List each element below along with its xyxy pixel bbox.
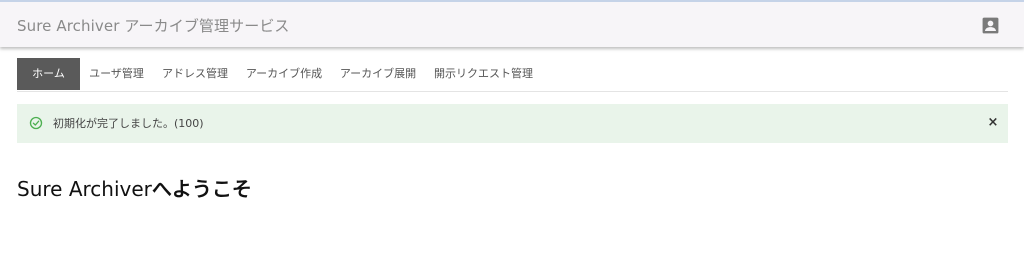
welcome-heading: Sure Archiverへようこそ <box>17 173 252 202</box>
tab-archive-create[interactable]: アーカイブ作成 <box>237 58 331 90</box>
success-alert: 初期化が完了しました。(100) × <box>17 104 1008 143</box>
tab-home[interactable]: ホーム <box>17 58 80 90</box>
welcome-greeting: へようこそ <box>151 177 252 201</box>
tab-archive-extract[interactable]: アーカイブ展開 <box>331 58 425 90</box>
alert-message: 初期化が完了しました。(100) <box>53 117 204 130</box>
account-box-icon[interactable] <box>981 16 1000 35</box>
app-title: Sure Archiver アーカイブ管理サービス <box>17 17 290 35</box>
check-circle-icon <box>29 116 43 130</box>
main-nav: ホーム ユーザ管理 アドレス管理 アーカイブ作成 アーカイブ展開 開示リクエスト… <box>17 58 1008 92</box>
welcome-app-name: Sure Archiver <box>17 177 152 201</box>
tab-address-management[interactable]: アドレス管理 <box>153 58 237 90</box>
app-header: Sure Archiver アーカイブ管理サービス <box>0 0 1024 47</box>
tab-disclosure-request-management[interactable]: 開示リクエスト管理 <box>425 58 542 90</box>
tab-user-management[interactable]: ユーザ管理 <box>80 58 153 90</box>
close-icon[interactable]: × <box>985 113 1001 133</box>
